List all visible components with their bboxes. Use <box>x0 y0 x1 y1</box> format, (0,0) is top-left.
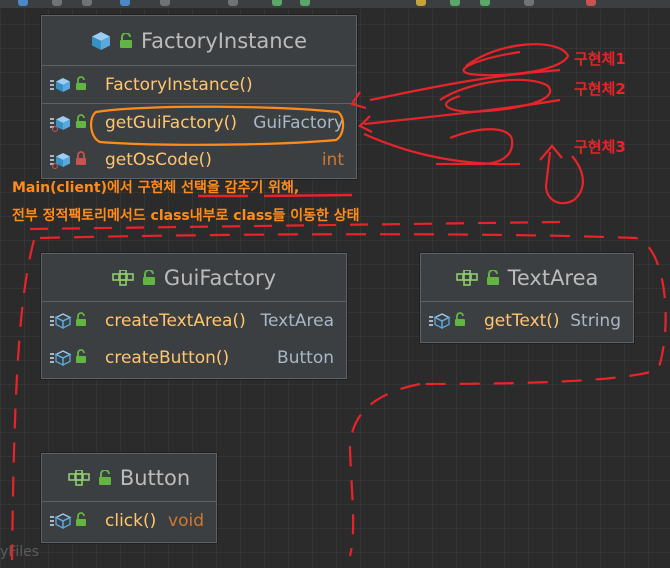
factory-instance-node[interactable]: FactoryInstance FactoryInstance() getGui… <box>41 15 357 179</box>
member-row[interactable]: getGuiFactory() GuiFactory <box>42 103 356 141</box>
toolbar-icon[interactable] <box>18 0 28 6</box>
button-node[interactable]: Button click() void <box>41 453 217 543</box>
annotation-impl-1: 구현체1 <box>574 50 626 68</box>
gui-factory-title: GuiFactory <box>163 265 277 290</box>
member-row[interactable]: getText() String <box>421 302 633 339</box>
unlock-icon <box>142 269 156 286</box>
toolbar-icon[interactable] <box>228 0 238 6</box>
toolbar-icon[interactable] <box>524 0 534 6</box>
member-row[interactable]: FactoryInstance() <box>42 66 356 103</box>
unlock-icon <box>486 269 500 286</box>
arrow-line <box>363 132 521 166</box>
member-type: int <box>321 149 344 170</box>
text-area-node[interactable]: TextArea getText() String <box>420 253 634 343</box>
impl-shape-2 <box>439 78 552 114</box>
note-line-1: Main(client)에서 구현체 선택을 감추기 위해, <box>12 180 300 196</box>
toolbar-icon[interactable] <box>52 0 62 6</box>
impl-shape-3 <box>436 128 514 166</box>
member-name: createTextArea() <box>105 310 246 331</box>
blue-cube-icon <box>91 31 111 51</box>
member-name: click() <box>105 510 157 531</box>
member-type: GuiFactory <box>253 112 344 133</box>
member-name: createButton() <box>105 347 230 368</box>
toolbar <box>0 0 670 9</box>
member-row[interactable]: createTextArea() TextArea <box>42 302 346 339</box>
note-line-2: 전부 정적팩토리메서드 class내부로 class들 이동한 상태 <box>12 208 360 224</box>
unlock-icon <box>98 469 112 486</box>
member-row[interactable]: createButton() Button <box>42 339 346 376</box>
arrow-head <box>358 115 373 133</box>
member-type: TextArea <box>260 310 334 331</box>
button-title: Button <box>119 465 191 490</box>
impl-shape-1 <box>462 43 570 77</box>
member-row[interactable]: getOsCode() int <box>42 141 356 178</box>
text-area-header: TextArea <box>421 254 633 302</box>
member-name: getGuiFactory() <box>105 112 237 133</box>
arrow-up-head <box>539 144 563 161</box>
toolbar-icon[interactable] <box>82 0 92 6</box>
toolbar-icon[interactable] <box>120 0 130 6</box>
abstract-method-icon <box>50 348 105 367</box>
button-header: Button <box>42 454 216 502</box>
toolbar-icon[interactable] <box>416 0 426 6</box>
arrow-up <box>544 151 552 187</box>
method-icon <box>50 75 105 94</box>
annotation-impl-3: 구현체3 <box>574 138 626 156</box>
gui-factory-header: GuiFactory <box>42 254 346 302</box>
class-icon <box>68 469 90 486</box>
arrow-line <box>363 98 561 126</box>
toolbar-icon[interactable] <box>480 0 490 6</box>
class-icon <box>455 269 478 286</box>
watermark: yFiles <box>0 544 40 560</box>
arrow-hook <box>544 155 584 205</box>
dashed-boundary <box>10 239 36 561</box>
arrow-line <box>369 68 561 102</box>
toolbar-icon[interactable] <box>586 0 596 6</box>
member-type: String <box>570 310 621 331</box>
toolbar-icon[interactable] <box>450 0 460 6</box>
gui-factory-node[interactable]: GuiFactory createTextArea() TextArea cre… <box>41 253 347 379</box>
annotation-impl-2: 구현체2 <box>574 80 626 98</box>
private-static-method-icon <box>50 150 105 169</box>
abstract-method-icon <box>50 511 105 530</box>
toolbar-icon[interactable] <box>300 0 310 6</box>
text-area-title: TextArea <box>507 265 599 290</box>
member-name: getOsCode() <box>105 149 212 170</box>
abstract-method-icon <box>50 311 105 330</box>
unlock-icon <box>119 32 133 49</box>
member-type: void <box>168 510 204 531</box>
static-method-icon <box>50 113 105 132</box>
abstract-method-icon <box>429 311 484 330</box>
dashed-boundary <box>348 382 421 557</box>
class-icon <box>112 269 134 286</box>
factory-instance-title: FactoryInstance <box>140 28 308 53</box>
toolbar-icon[interactable] <box>272 0 282 6</box>
member-name: getText() <box>484 310 560 331</box>
member-type: Button <box>277 347 334 368</box>
factory-instance-header: FactoryInstance <box>42 16 356 66</box>
member-row[interactable]: click() void <box>42 502 216 539</box>
member-name: FactoryInstance() <box>105 74 253 95</box>
toolbar-icon[interactable] <box>160 0 170 6</box>
